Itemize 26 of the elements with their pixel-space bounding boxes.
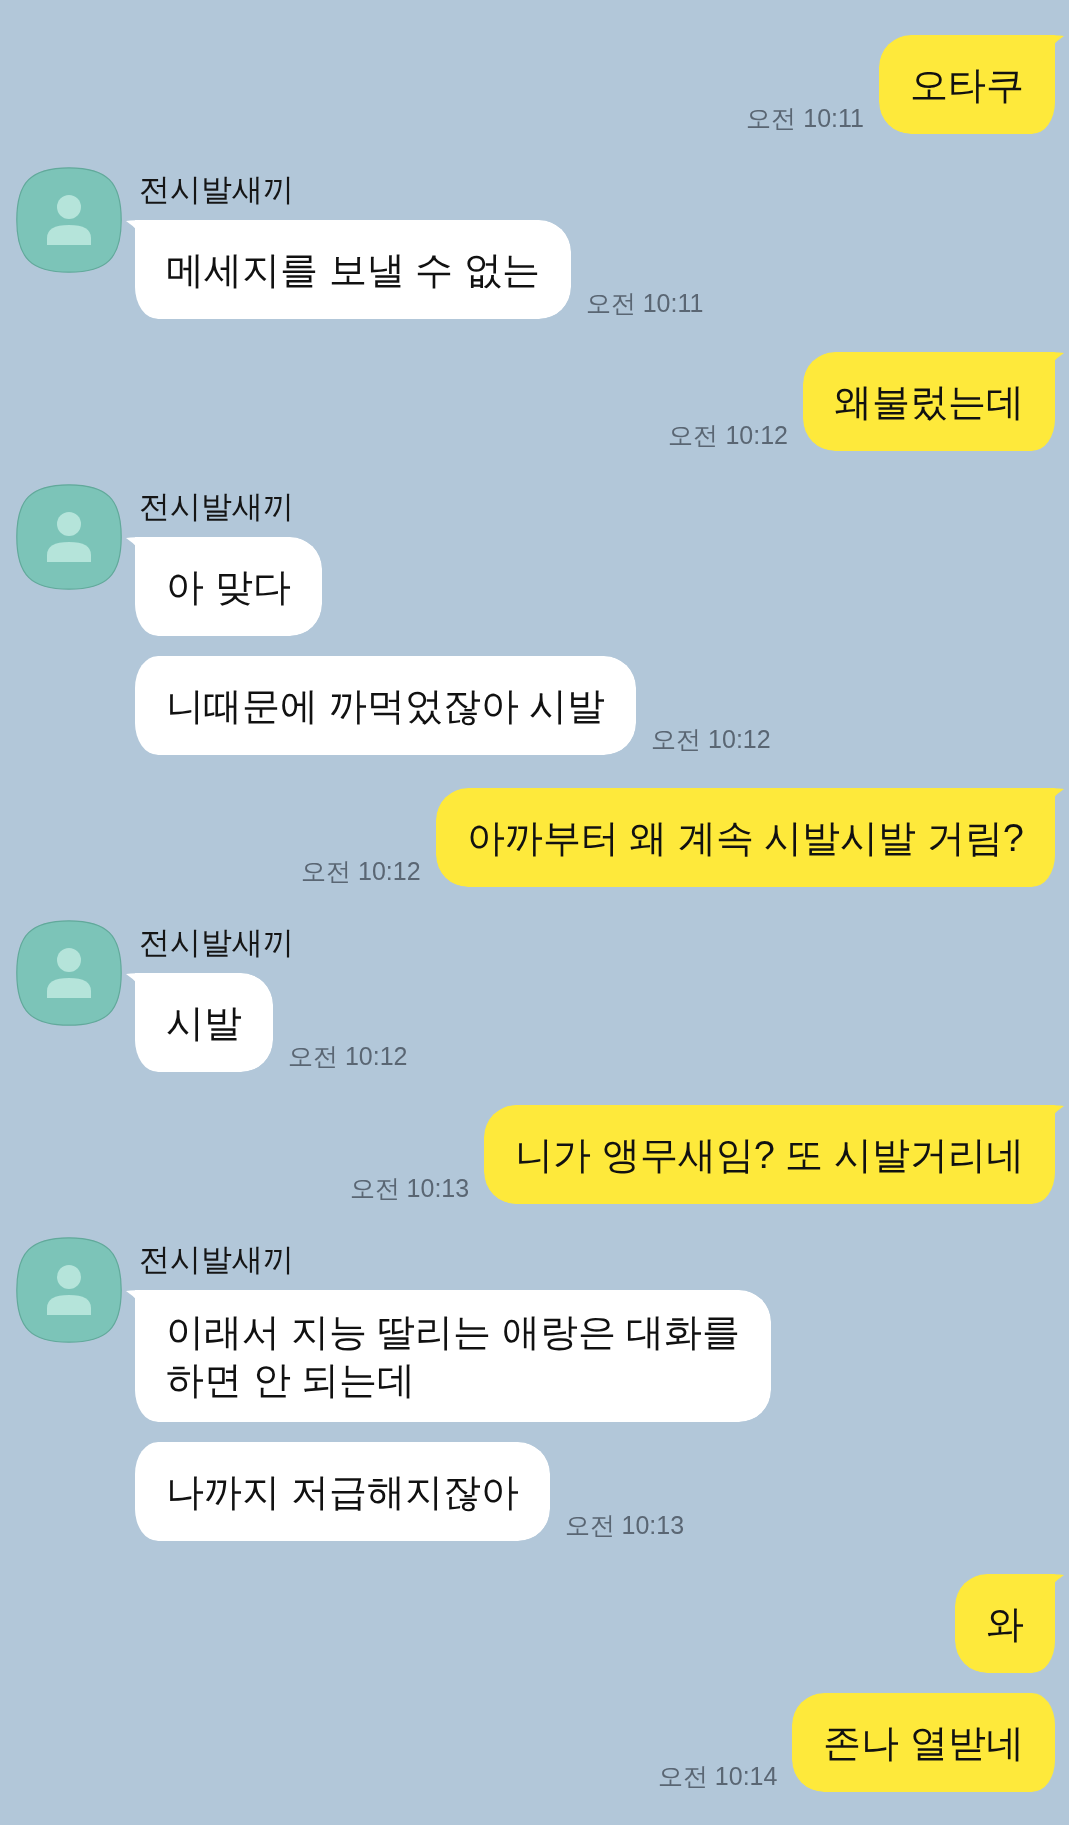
timestamp: 오전 10:14	[657, 1761, 778, 1791]
person-avatar-icon[interactable]	[16, 484, 122, 590]
message-bubble: 니가 앵무새임? 또 시발거리네	[484, 1105, 1064, 1204]
message-bubble: 와	[955, 1574, 1064, 1673]
timestamp: 오전 10:13	[349, 1173, 470, 1203]
sender-name: 전시발새끼	[139, 488, 295, 526]
sender-name: 전시발새끼	[139, 171, 295, 209]
timestamp: 오전 10:13	[564, 1510, 685, 1540]
timestamp: 오전 10:11	[585, 288, 704, 318]
timestamp: 오전 10:11	[746, 103, 864, 133]
sender-name: 전시발새끼	[139, 924, 295, 962]
timestamp: 오전 10:12	[651, 724, 771, 754]
timestamp: 오전 10:12	[668, 420, 788, 450]
message-bubble: 아까부터 왜 계속 시발시발 거림?	[435, 788, 1064, 887]
person-avatar-icon[interactable]	[16, 1237, 122, 1343]
sender-name: 전시발새끼	[139, 1241, 295, 1279]
person-avatar-icon[interactable]	[16, 920, 122, 1026]
message-bubble: 왜불렀는데	[803, 352, 1064, 451]
timestamp: 오전 10:12	[301, 856, 421, 886]
message-bubble: 이래서 지능 딸리는 애랑은 대화를 하면 안 되는데	[126, 1290, 772, 1422]
message-bubble: 메세지를 보낼 수 없는	[126, 220, 571, 319]
timestamp: 오전 10:12	[288, 1041, 408, 1071]
message-bubble: 오타쿠	[879, 35, 1064, 134]
message-bubble: 시발	[126, 973, 273, 1072]
message-bubble: 아 맞다	[126, 537, 322, 636]
person-avatar-icon[interactable]	[16, 167, 122, 273]
